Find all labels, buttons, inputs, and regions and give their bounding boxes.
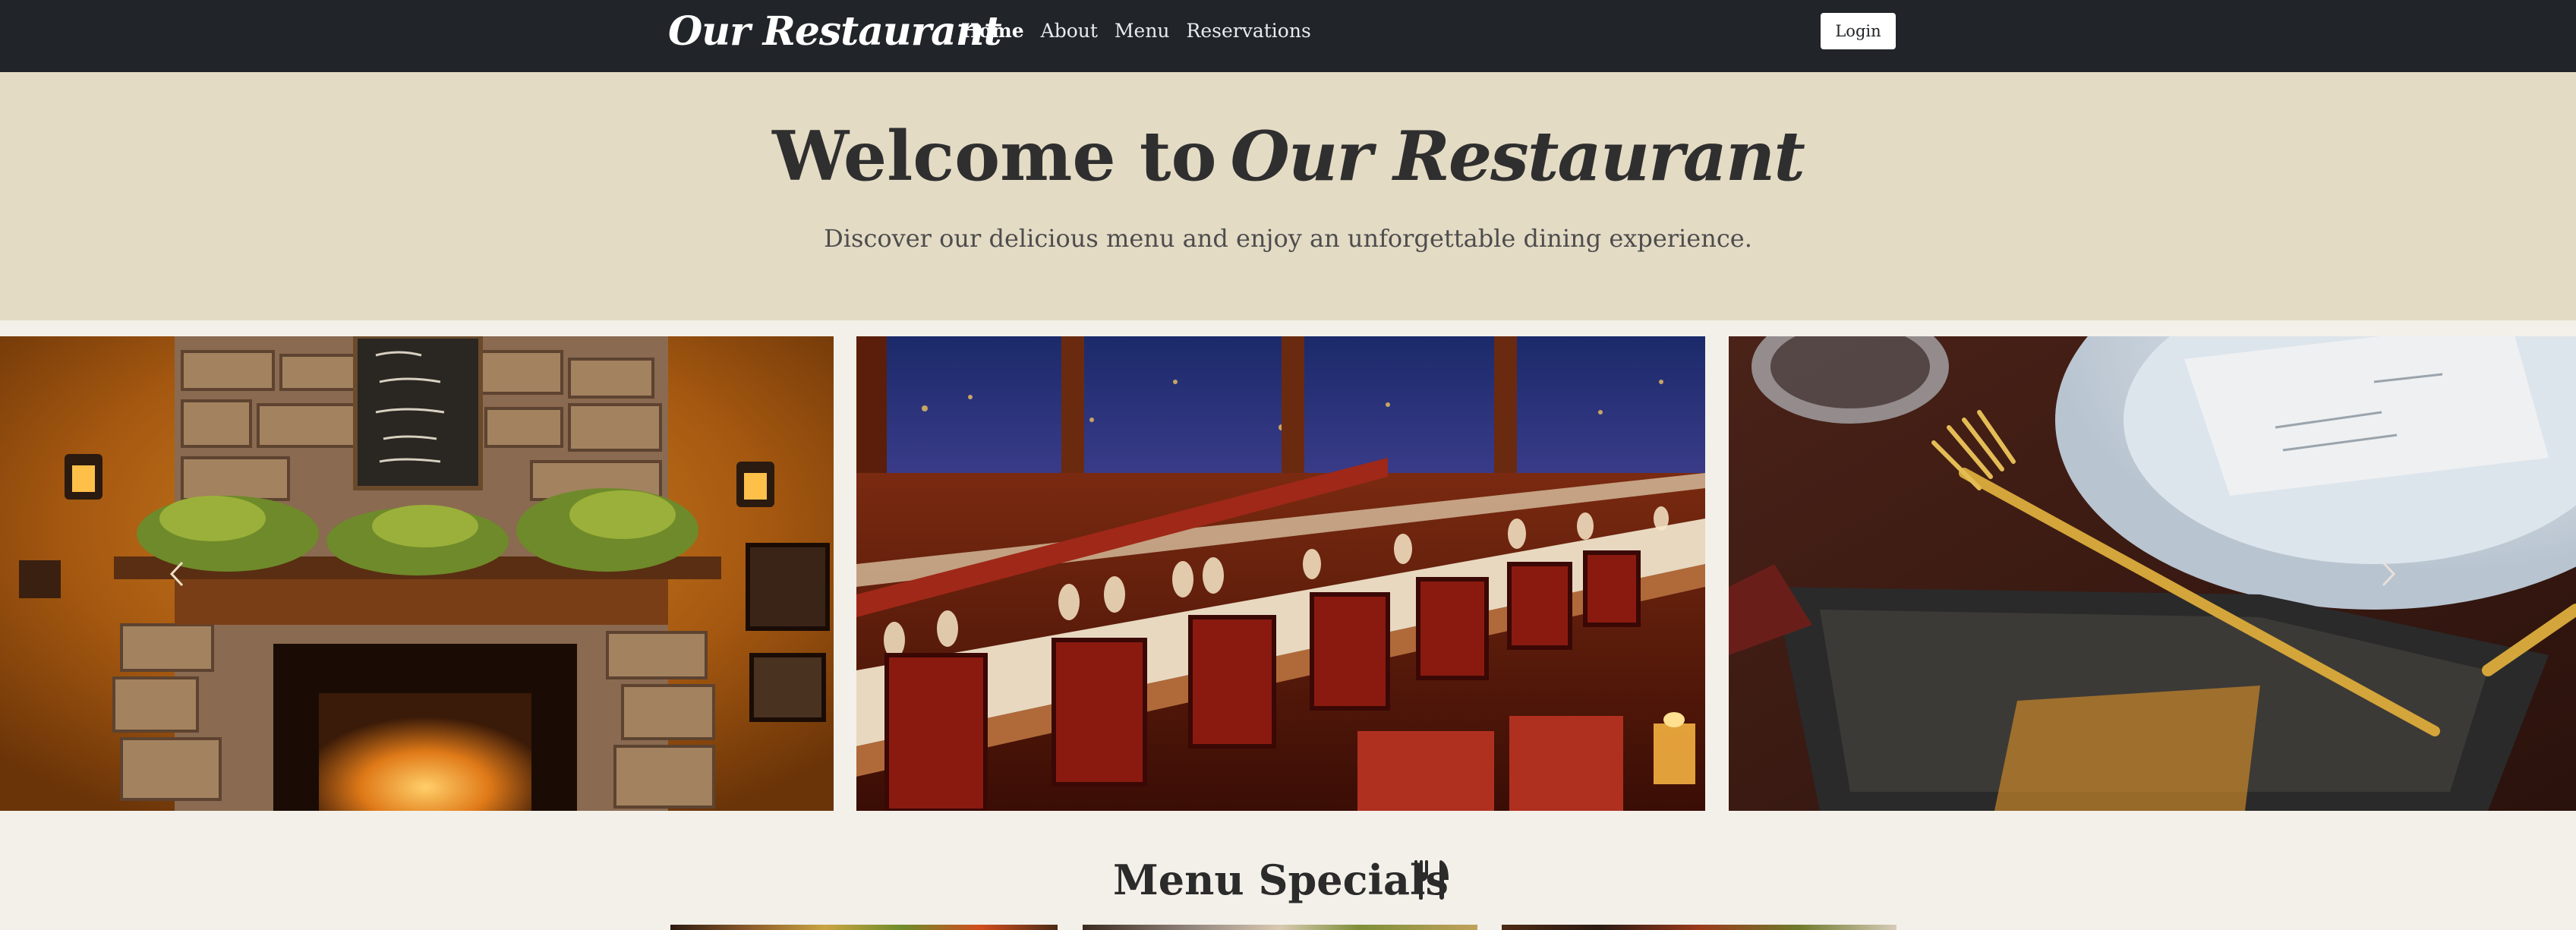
nav-link-about[interactable]: About (1041, 20, 1098, 42)
chevron-right-icon (2382, 561, 2396, 587)
special-card-image-2[interactable] (1083, 925, 1477, 930)
login-button[interactable]: Login (1821, 13, 1896, 49)
hero-title-name: Our Restaurant (1230, 116, 1805, 197)
carousel-prev-button[interactable] (162, 555, 193, 593)
table-setting-photo (1729, 336, 2576, 811)
special-card-image-1[interactable] (670, 925, 1058, 930)
specials-title: Menu Specials (1113, 856, 1449, 904)
hero-subtitle: Discover our delicious menu and enjoy an… (824, 224, 1752, 253)
nav-links: Home About Menu Reservations (961, 15, 1311, 46)
fireplace-interior-photo (0, 336, 834, 811)
nav-link-home[interactable]: Home (961, 20, 1024, 42)
chevron-left-icon (169, 561, 184, 587)
image-carousel (0, 336, 2576, 811)
utensils-icon (1414, 860, 1449, 900)
fireplace-interior-image (0, 336, 834, 811)
table-setting-image (1729, 336, 2576, 811)
nav-link-menu[interactable]: Menu (1115, 20, 1170, 42)
special-card-image-3[interactable] (1502, 925, 1897, 930)
dining-hall-image (856, 336, 1705, 811)
carousel-next-button[interactable] (2373, 555, 2403, 593)
nav-link-reservations[interactable]: Reservations (1187, 20, 1311, 42)
dining-hall-photo (856, 336, 1705, 811)
brand-logo[interactable]: Our Restaurant (668, 5, 1002, 59)
hero-title: Welcome to Our Restaurant (0, 116, 2576, 197)
hero-section: Welcome to Our Restaurant Discover our de… (0, 72, 2576, 320)
hero-title-prefix: Welcome to (772, 116, 1217, 197)
navbar: Our Restaurant Home About Menu Reservati… (0, 0, 2576, 72)
